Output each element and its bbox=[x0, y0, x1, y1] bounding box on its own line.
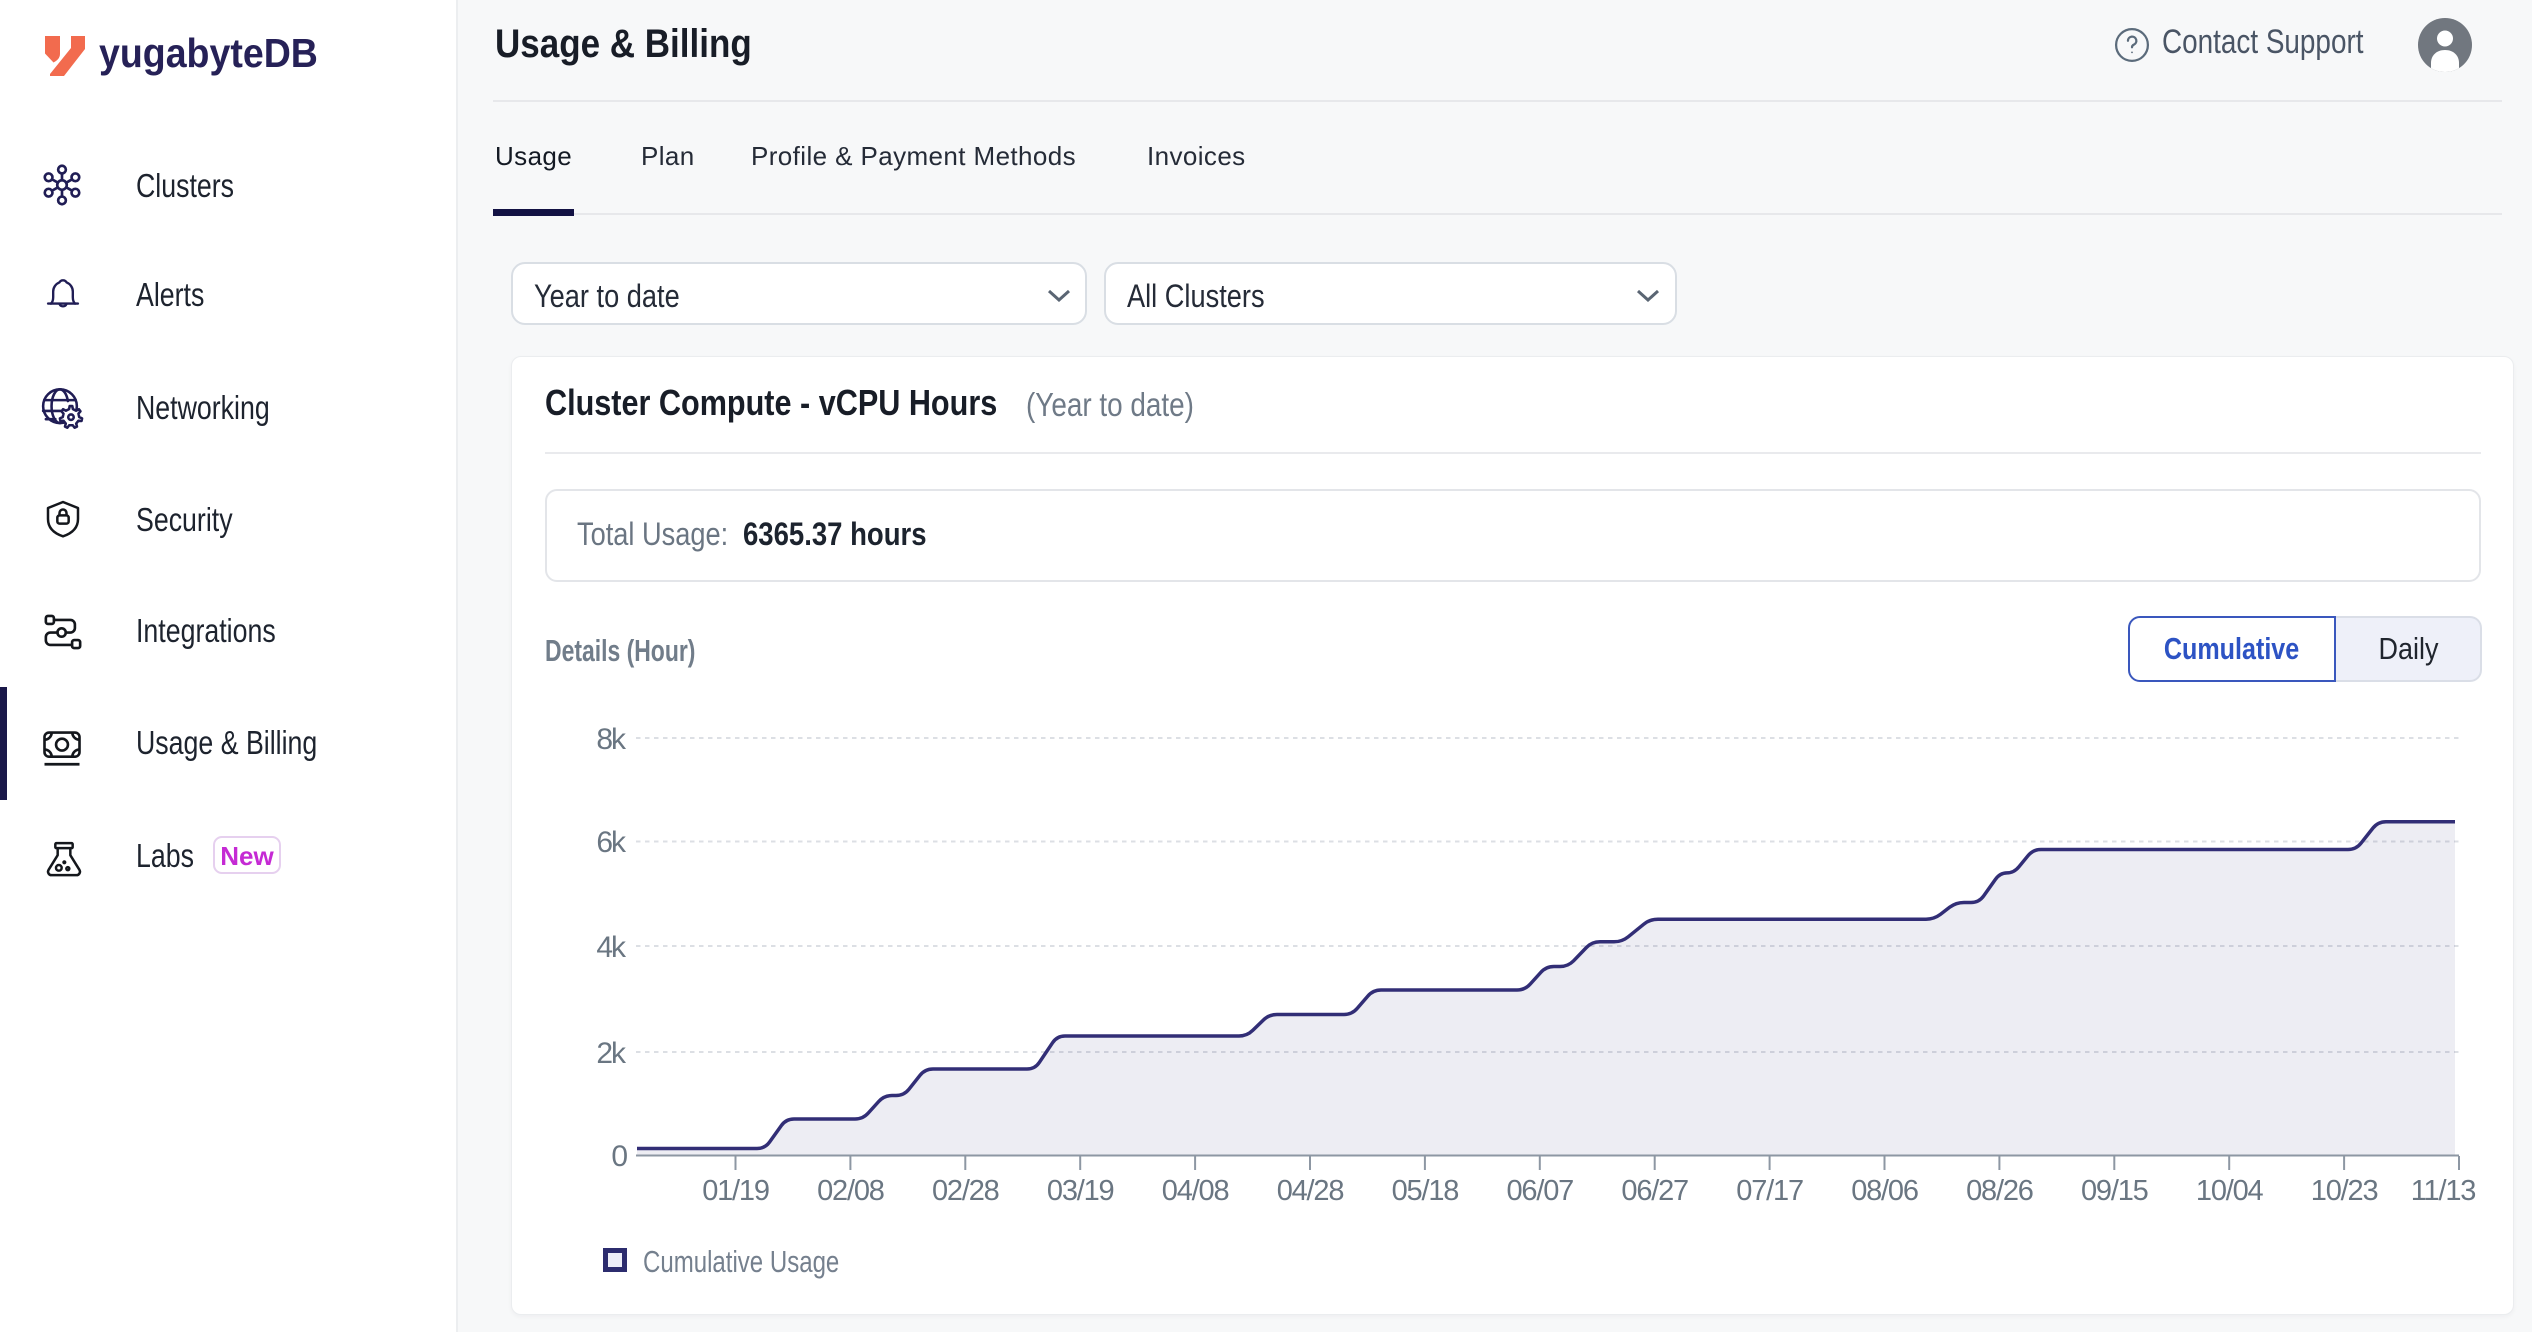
svg-text:09/15: 09/15 bbox=[2081, 1175, 2148, 1207]
svg-text:4k: 4k bbox=[596, 931, 627, 964]
svg-text:07/17: 07/17 bbox=[1736, 1175, 1803, 1207]
svg-text:0: 0 bbox=[611, 1140, 627, 1173]
svg-text:8k: 8k bbox=[596, 723, 627, 756]
svg-text:02/08: 02/08 bbox=[817, 1175, 884, 1207]
svg-text:10/04: 10/04 bbox=[2196, 1175, 2264, 1207]
svg-text:01/19: 01/19 bbox=[702, 1175, 769, 1207]
svg-text:08/06: 08/06 bbox=[1851, 1175, 1918, 1207]
svg-text:06/27: 06/27 bbox=[1621, 1175, 1688, 1207]
svg-text:11/13: 11/13 bbox=[2411, 1175, 2475, 1207]
svg-text:10/23: 10/23 bbox=[2311, 1175, 2378, 1207]
svg-text:03/19: 03/19 bbox=[1047, 1175, 1114, 1207]
svg-text:04/08: 04/08 bbox=[1162, 1175, 1229, 1207]
svg-text:06/07: 06/07 bbox=[1507, 1175, 1574, 1207]
svg-text:04/28: 04/28 bbox=[1277, 1175, 1344, 1207]
svg-text:05/18: 05/18 bbox=[1392, 1175, 1459, 1207]
svg-text:08/26: 08/26 bbox=[1966, 1175, 2033, 1207]
svg-text:6k: 6k bbox=[596, 826, 627, 859]
svg-text:2k: 2k bbox=[596, 1037, 627, 1070]
svg-text:02/28: 02/28 bbox=[932, 1175, 999, 1207]
